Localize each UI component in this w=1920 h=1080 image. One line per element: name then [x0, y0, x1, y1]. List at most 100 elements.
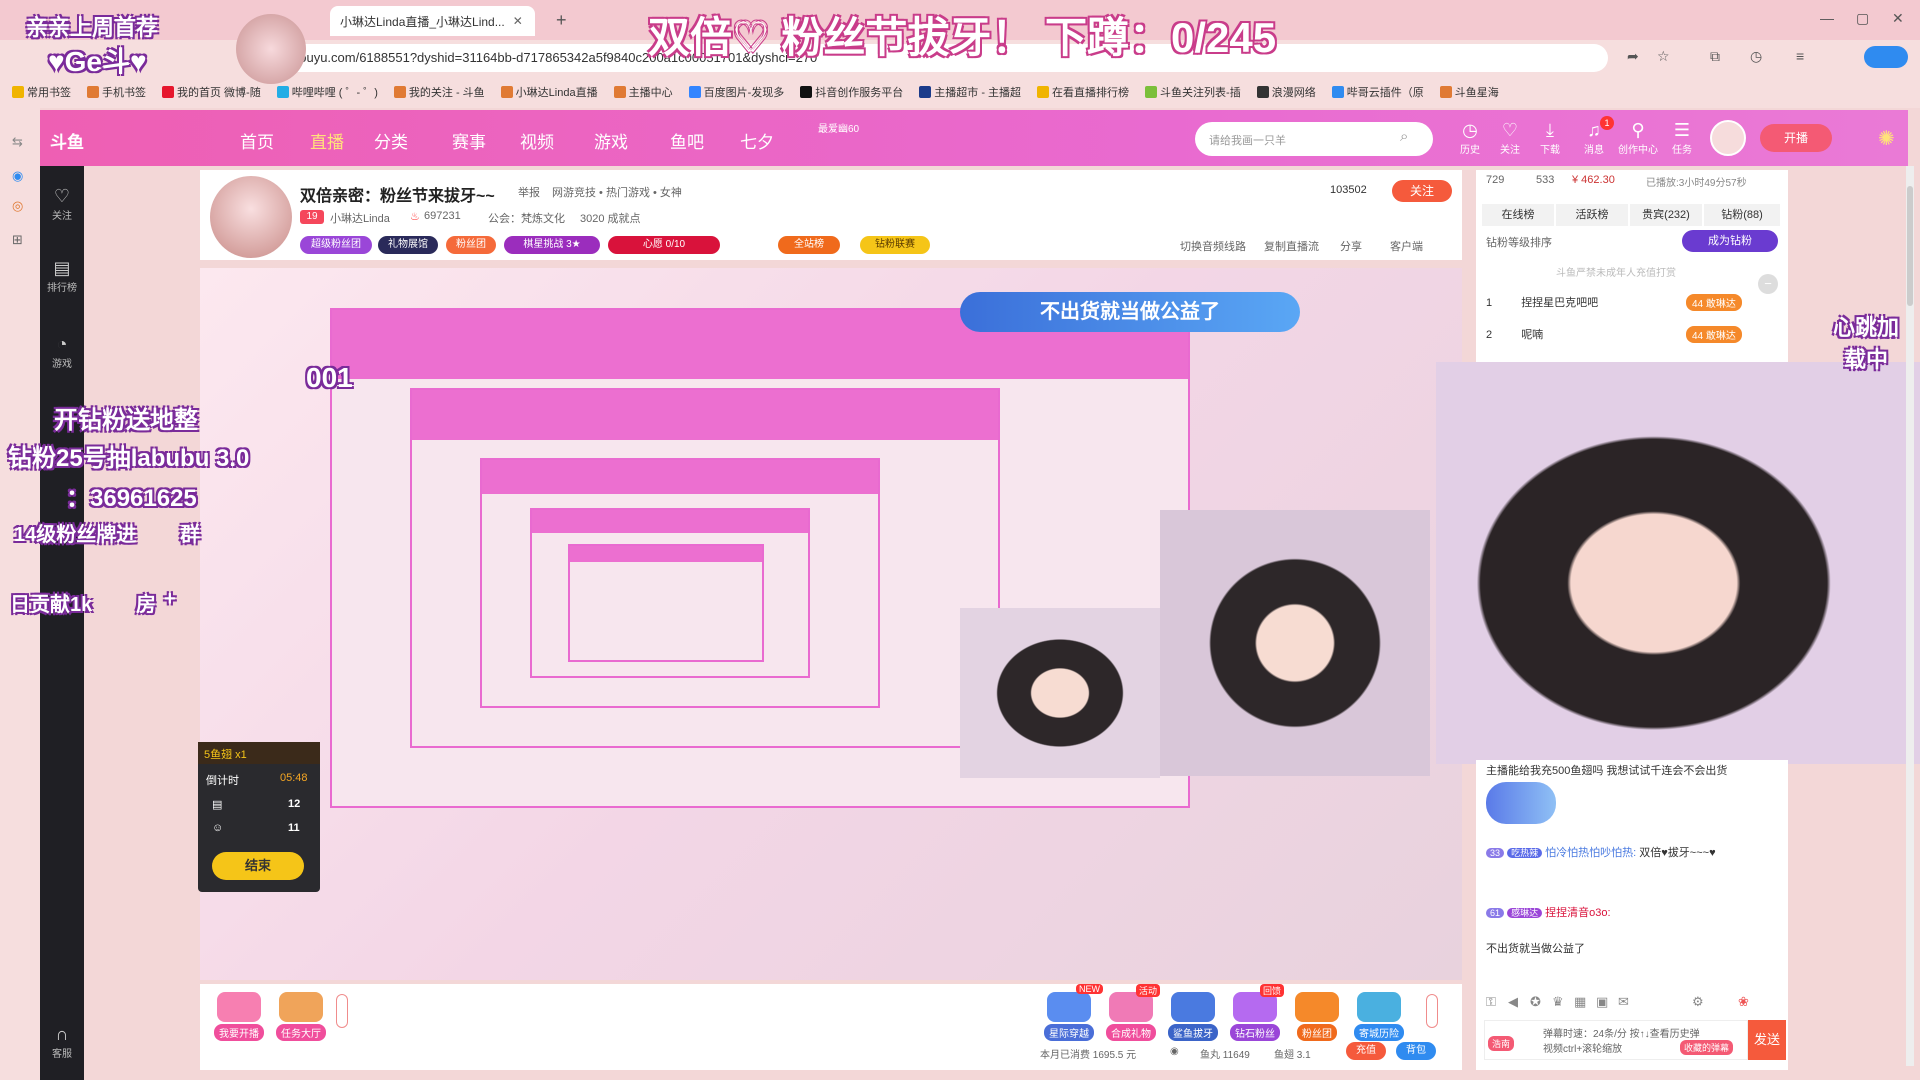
- bookmark-item[interactable]: 斗鱼星海: [1439, 84, 1499, 100]
- nav-game[interactable]: 游戏: [594, 128, 628, 153]
- speaker-icon[interactable]: ◀: [1508, 994, 1518, 1010]
- add-icon[interactable]: ⊞: [12, 232, 23, 248]
- minimize-icon[interactable]: —: [1820, 10, 1834, 26]
- badge-icon[interactable]: ✪: [1530, 994, 1541, 1010]
- become-diamond-button[interactable]: 成为钻粉: [1682, 230, 1778, 252]
- bookmark-item[interactable]: 手机书签: [87, 84, 146, 100]
- scrollbar[interactable]: [1906, 166, 1914, 1066]
- pill-diamond-league[interactable]: 钻粉联赛: [860, 236, 930, 254]
- nav-history[interactable]: ◷ 历史: [1450, 120, 1490, 156]
- share-icon[interactable]: ➦: [1627, 48, 1639, 65]
- gift-star-travel[interactable]: 星际穿越: [1040, 992, 1098, 1041]
- pill-super-fans[interactable]: 超级粉丝团: [300, 236, 372, 254]
- pill-challenge[interactable]: 棋星挑战 3★: [504, 236, 600, 254]
- bookmark-item[interactable]: 我的关注 - 斗鱼: [393, 84, 485, 100]
- report-link[interactable]: 举报: [518, 184, 540, 200]
- nav-video[interactable]: 视频: [520, 128, 554, 153]
- history-icon[interactable]: ◷: [1750, 48, 1762, 65]
- menu-icon[interactable]: ≡: [1796, 48, 1804, 64]
- guild-name[interactable]: 公会：梵炼文化: [488, 210, 565, 226]
- grid-icon[interactable]: ▦: [1574, 994, 1586, 1010]
- nav-qixi[interactable]: 七夕: [740, 128, 774, 153]
- search-icon[interactable]: ⌕: [1400, 128, 1408, 145]
- chat-style-tag[interactable]: 浩南: [1488, 1036, 1515, 1051]
- anchor-name[interactable]: 小琳达Linda: [330, 210, 390, 226]
- fav-danmu-button[interactable]: 收藏的弹幕: [1680, 1040, 1734, 1055]
- list-item[interactable]: 1 捏捏星巴克吧吧 44 敢琳达: [1486, 294, 1776, 311]
- close-window-icon[interactable]: ✕: [1892, 10, 1904, 27]
- pill-site-rank[interactable]: 全站榜: [778, 236, 840, 254]
- end-button[interactable]: 结束: [212, 852, 304, 880]
- gift-fan-group[interactable]: 粉丝团: [1288, 992, 1346, 1041]
- start-live-button[interactable]: 我要开播: [210, 992, 268, 1041]
- sidebar-item-rank[interactable]: ▤ 排行榜: [40, 258, 84, 294]
- nav-follow[interactable]: ♡ 关注: [1490, 120, 1530, 156]
- nav-creator[interactable]: ⚲ 创作中心: [1618, 120, 1658, 156]
- sidebar-item-service[interactable]: ∩ 客服: [40, 1024, 84, 1060]
- search-input[interactable]: 请给我画一只羊: [1195, 122, 1433, 156]
- follow-button[interactable]: 关注: [1392, 180, 1452, 202]
- lock-icon[interactable]: ⚿: [1486, 994, 1496, 1010]
- copy-stream[interactable]: 复制直播流: [1264, 238, 1319, 254]
- tab-diamond-fans[interactable]: 钻粉(88): [1704, 204, 1780, 226]
- bookmark-item[interactable]: 在看直播排行榜: [1037, 84, 1129, 100]
- bookmark-item[interactable]: 斗鱼关注列表-插: [1145, 84, 1241, 100]
- backpack-button[interactable]: 背包: [1396, 1042, 1436, 1060]
- gift-diamond-fans[interactable]: 钻石粉丝: [1226, 992, 1284, 1041]
- hat-icon[interactable]: ♛: [1552, 994, 1564, 1010]
- user-avatar[interactable]: [1710, 120, 1746, 156]
- card-icon[interactable]: ▣: [1596, 994, 1608, 1010]
- list-item[interactable]: 2 呢喃 44 敢琳达: [1486, 326, 1776, 343]
- expand-handle[interactable]: [1426, 994, 1438, 1028]
- gift-compose[interactable]: 合成礼物: [1102, 992, 1160, 1041]
- extensions-icon[interactable]: ⧉: [1710, 48, 1720, 65]
- search-icon[interactable]: ◉: [12, 168, 23, 184]
- bookmark-item[interactable]: 小琳达Linda直播: [500, 84, 598, 100]
- eye-icon[interactable]: ◉: [1170, 1046, 1179, 1057]
- chat-user[interactable]: 怕冷怕热怕吵怕热:: [1545, 847, 1636, 859]
- nav-promo[interactable]: 最爱幽60: [818, 120, 859, 135]
- douyu-logo[interactable]: 斗鱼: [50, 128, 84, 153]
- nav-home[interactable]: 首页: [240, 128, 274, 153]
- bookmark-item[interactable]: 百度图片-发现多: [688, 84, 784, 100]
- bookmark-item[interactable]: 浪漫网络: [1256, 84, 1316, 100]
- bookmark-item[interactable]: 哔哩哔哩 ( ゜- ゜): [276, 84, 378, 100]
- bookmark-item[interactable]: 抖音创作服务平台: [800, 84, 903, 100]
- cloud-icon[interactable]: [1864, 46, 1908, 68]
- star-icon[interactable]: ☆: [1657, 48, 1670, 65]
- nav-task[interactable]: ☰ 任务: [1662, 120, 1702, 156]
- sun-icon[interactable]: ✺: [1878, 126, 1895, 151]
- pill-gift-hall[interactable]: 礼物展馆: [378, 236, 438, 254]
- mail-icon[interactable]: ✉: [1618, 994, 1629, 1010]
- pill-fan-group[interactable]: 粉丝团: [446, 236, 496, 254]
- sidebar-item-follow[interactable]: ♡ 关注: [40, 186, 84, 222]
- bookmark-item[interactable]: 常用书签: [12, 84, 71, 100]
- gift-shark-tooth[interactable]: 鲨鱼拔牙: [1164, 992, 1222, 1041]
- browser-tab[interactable]: 小琳达Linda直播_小琳达Lind... ✕: [330, 6, 535, 36]
- nav-yuba[interactable]: 鱼吧: [670, 128, 704, 153]
- sidebar-item-game[interactable]: ◔ 游戏: [40, 334, 84, 370]
- scrollbar-thumb[interactable]: [1907, 186, 1913, 306]
- close-icon[interactable]: ✕: [513, 14, 523, 28]
- share-button[interactable]: 分享: [1340, 238, 1362, 254]
- start-stream-button[interactable]: 开播: [1760, 124, 1832, 152]
- app-icon[interactable]: ◎: [12, 198, 23, 214]
- anchor-avatar[interactable]: [210, 176, 292, 258]
- chat-user[interactable]: 捏捏清音o3o:: [1545, 907, 1610, 919]
- nav-live[interactable]: 直播: [310, 128, 344, 153]
- arrows-icon[interactable]: ⇆: [12, 134, 23, 150]
- switch-audio-line[interactable]: 切换音频线路: [1180, 238, 1246, 254]
- new-tab-icon[interactable]: +: [556, 10, 567, 31]
- bookmark-item[interactable]: 我的首页 微博-随: [162, 84, 261, 100]
- bookmark-item[interactable]: 哔哥云插件（原: [1331, 84, 1424, 100]
- recharge-button[interactable]: 充值: [1346, 1042, 1386, 1060]
- nav-match[interactable]: 赛事: [452, 128, 486, 153]
- nav-download[interactable]: ⤓ 下载: [1530, 120, 1570, 156]
- tab-active-rank[interactable]: 活跃榜: [1556, 204, 1628, 226]
- room-category[interactable]: 网游竞技 • 热门游戏 • 女神: [552, 184, 682, 200]
- gift-city-adventure[interactable]: 寄城历险: [1350, 992, 1408, 1041]
- tab-vip[interactable]: 贵宾(232): [1630, 204, 1702, 226]
- gift-icon[interactable]: ❀: [1738, 994, 1749, 1010]
- client-button[interactable]: 客户端: [1390, 238, 1423, 254]
- expand-handle[interactable]: [336, 994, 348, 1028]
